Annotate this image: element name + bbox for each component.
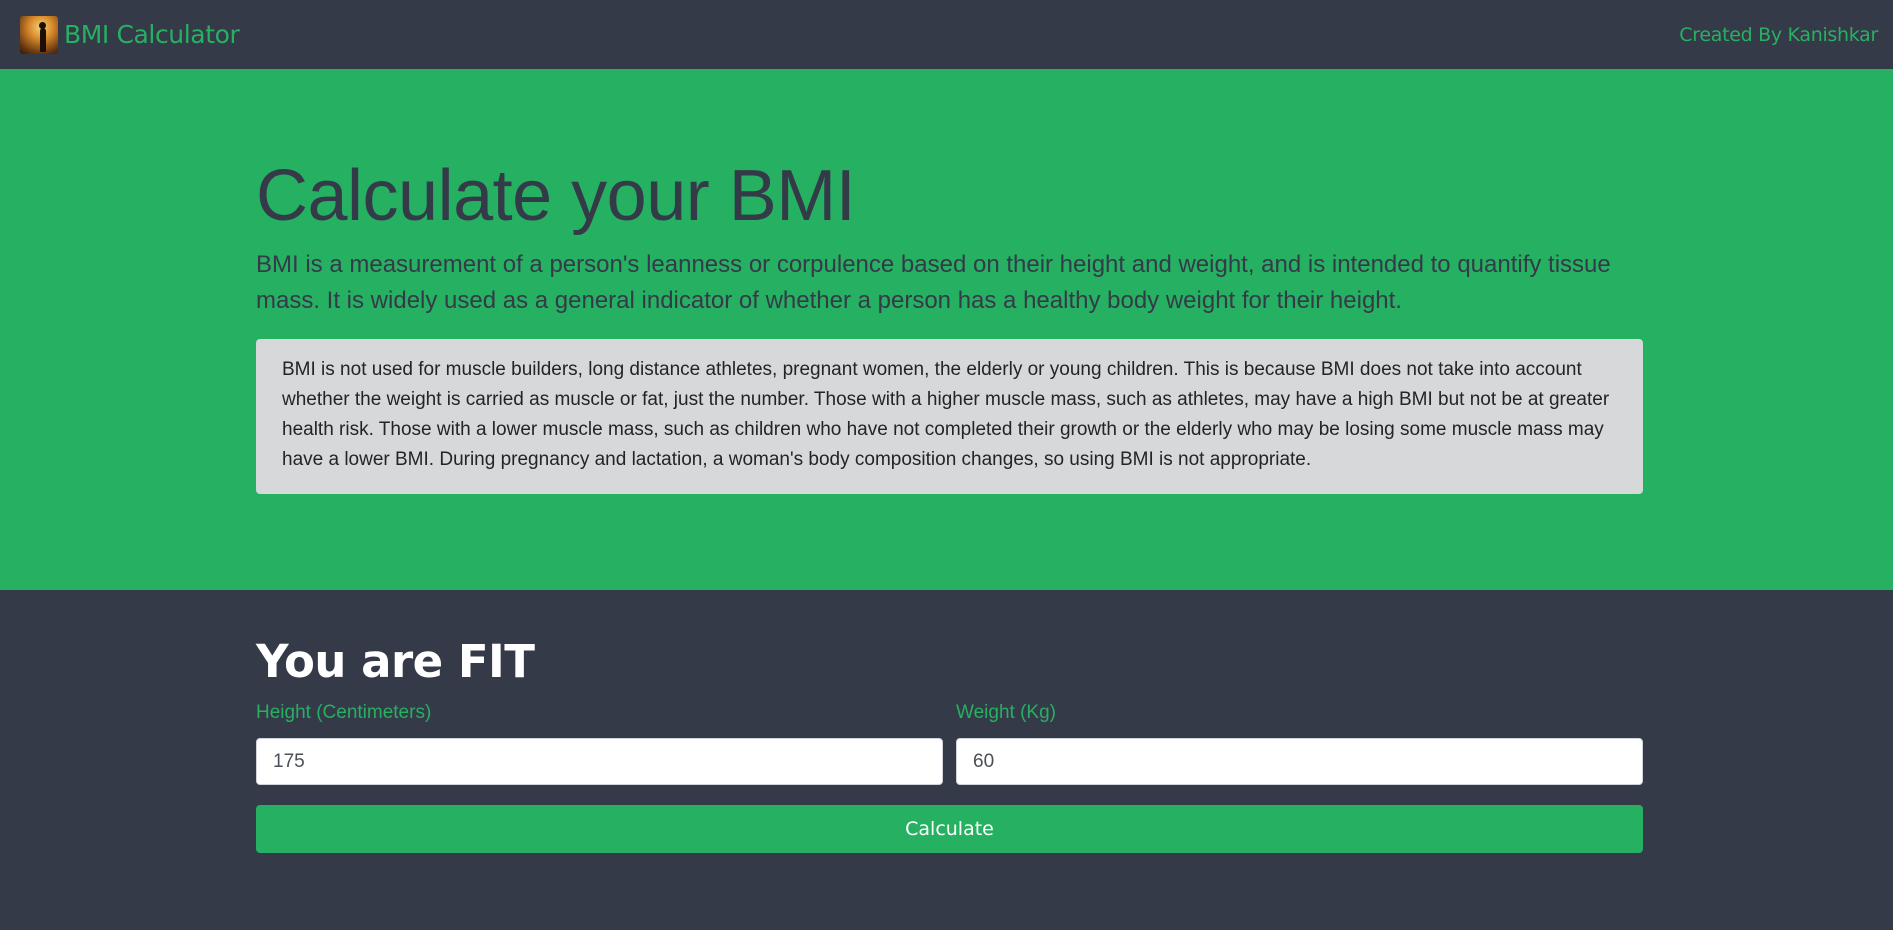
height-field-group: Height (Centimeters) bbox=[256, 701, 943, 785]
brand-logo-icon bbox=[20, 15, 58, 54]
height-label: Height (Centimeters) bbox=[256, 702, 432, 723]
weight-label: Weight (Kg) bbox=[956, 702, 1056, 723]
weight-field-group: Weight (Kg) bbox=[956, 701, 1643, 785]
navbar: BMI Calculator Created By Kanishkar bbox=[0, 0, 1893, 69]
hero-lead: BMI is a measurement of a person's leann… bbox=[256, 251, 1611, 314]
bmi-disclaimer-note: BMI is not used for muscle builders, lon… bbox=[256, 339, 1643, 494]
form-container: You are FIT Height (Centimeters) Weight … bbox=[256, 635, 1643, 853]
height-input[interactable] bbox=[256, 738, 943, 785]
author-link[interactable]: Created By Kanishkar bbox=[1679, 24, 1878, 46]
brand-title: BMI Calculator bbox=[64, 20, 240, 49]
bmi-result-heading: You are FIT bbox=[256, 635, 535, 688]
page-title: Calculate your BMI bbox=[256, 156, 856, 236]
calculate-button[interactable]: Calculate bbox=[256, 805, 1643, 853]
calculator-section: You are FIT Height (Centimeters) Weight … bbox=[0, 590, 1893, 853]
hero-section: Calculate your BMI BMI is a measurement … bbox=[0, 69, 1893, 590]
brand-link[interactable]: BMI Calculator bbox=[20, 15, 240, 54]
weight-input[interactable] bbox=[956, 738, 1643, 785]
form-fields: Height (Centimeters) Weight (Kg) bbox=[256, 701, 1643, 785]
hero-container: Calculate your BMI BMI is a measurement … bbox=[256, 153, 1643, 494]
